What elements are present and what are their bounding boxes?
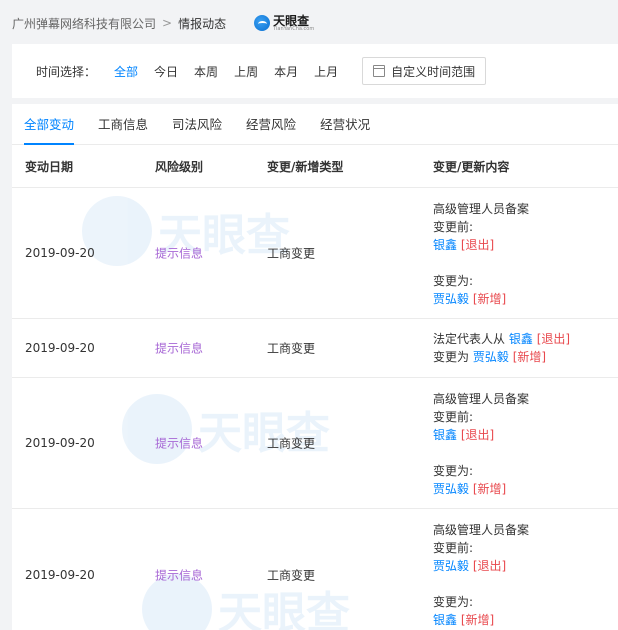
person-link[interactable]: 贾弘毅 bbox=[473, 350, 509, 364]
filter-option-this-week[interactable]: 本周 bbox=[194, 63, 218, 80]
new-tag: [新增] bbox=[472, 292, 507, 306]
row-date: 2019-09-20 bbox=[25, 436, 95, 450]
content-prefix: 法定代表人从 bbox=[433, 332, 506, 346]
content-title: 高级管理人员备案 bbox=[433, 202, 530, 216]
breadcrumb: 广州弹幕网络科技有限公司 > 情报动态 天眼查 TianYanCha.com bbox=[12, 10, 314, 36]
filter-option-all[interactable]: 全部 bbox=[114, 63, 138, 80]
header-risk-level: 风险级别 bbox=[155, 159, 204, 174]
content-after-label: 变更为: bbox=[433, 464, 474, 478]
row-change-type: 工商变更 bbox=[267, 341, 316, 356]
person-link[interactable]: 银鑫 bbox=[433, 428, 457, 442]
row-date: 2019-09-20 bbox=[25, 567, 95, 582]
row-change-content: 高级管理人员备案 变更前: 银鑫 [退出] 变更为: 贾弘毅 [新增] bbox=[433, 390, 529, 498]
custom-time-range-button[interactable]: 自定义时间范围 bbox=[362, 57, 487, 85]
filter-option-last-week[interactable]: 上周 bbox=[234, 63, 258, 80]
person-link[interactable]: 银鑫 bbox=[433, 238, 457, 252]
table-row: 2019-09-20 提示信息 工商变更 高级管理人员备案 变更前: 银鑫 [退… bbox=[12, 188, 618, 319]
row-change-content: 高级管理人员备案 变更前: 银鑫 [退出] 变更为: 贾弘毅 [新增] bbox=[433, 200, 529, 308]
breadcrumb-company[interactable]: 广州弹幕网络科技有限公司 bbox=[12, 15, 156, 32]
row-date: 2019-09-20 bbox=[25, 246, 95, 260]
exit-tag: [退出] bbox=[472, 559, 507, 573]
new-tag: [新增] bbox=[460, 613, 495, 627]
time-filter-bar: 时间选择： 全部 今日 本周 上周 本月 上月 自定义时间范围 bbox=[12, 44, 618, 98]
table-header: 变动日期 风险级别 变更/新增类型 变更/更新内容 bbox=[12, 145, 618, 188]
content-before-label: 变更前: bbox=[433, 541, 474, 555]
row-risk-level: 提示信息 bbox=[155, 568, 204, 582]
exit-tag: [退出] bbox=[460, 238, 495, 252]
tab-business-info[interactable]: 工商信息 bbox=[98, 104, 148, 144]
person-link[interactable]: 银鑫 bbox=[433, 613, 457, 627]
custom-time-range-label: 自定义时间范围 bbox=[391, 64, 476, 79]
filter-option-this-month[interactable]: 本月 bbox=[274, 63, 298, 80]
person-link[interactable]: 银鑫 bbox=[509, 332, 533, 346]
content-title: 高级管理人员备案 bbox=[433, 523, 530, 537]
breadcrumb-separator: > bbox=[162, 16, 173, 30]
category-tabs: 全部变动 工商信息 司法风险 经营风险 经营状况 bbox=[12, 104, 618, 145]
table-row: 2019-09-20 提示信息 工商变更 高级管理人员备案 变更前: 贾弘毅 [… bbox=[12, 509, 618, 630]
person-link[interactable]: 贾弘毅 bbox=[433, 482, 469, 496]
row-change-type: 工商变更 bbox=[267, 568, 316, 582]
content-prefix: 变更为 bbox=[433, 350, 470, 364]
filter-option-last-month[interactable]: 上月 bbox=[314, 63, 338, 80]
content-before-label: 变更前: bbox=[433, 410, 474, 424]
header-date: 变动日期 bbox=[25, 159, 74, 174]
person-link[interactable]: 贾弘毅 bbox=[433, 292, 469, 306]
row-change-type: 工商变更 bbox=[267, 246, 316, 261]
new-tag: [新增] bbox=[472, 482, 507, 496]
time-filter-label: 时间选择： bbox=[36, 64, 97, 79]
tab-all-changes[interactable]: 全部变动 bbox=[24, 104, 75, 145]
row-change-content: 法定代表人从 银鑫 [退出] 变更为 贾弘毅 [新增] bbox=[433, 330, 570, 366]
row-risk-level: 提示信息 bbox=[155, 436, 204, 451]
filter-option-today[interactable]: 今日 bbox=[154, 63, 178, 80]
row-risk-level: 提示信息 bbox=[155, 341, 204, 356]
breadcrumb-current: 情报动态 bbox=[178, 16, 227, 31]
tianyancha-logo: 天眼查 TianYanCha.com bbox=[254, 15, 314, 32]
header-change-type: 变更/新增类型 bbox=[267, 159, 344, 174]
change-list-card: 天眼查 天眼查 天眼查 全部变动 工商信息 司法风险 经营风险 经营状况 变动日… bbox=[12, 104, 618, 630]
row-date: 2019-09-20 bbox=[25, 341, 95, 355]
tab-judicial-risk[interactable]: 司法风险 bbox=[172, 104, 222, 144]
table-row: 2019-09-20 提示信息 工商变更 法定代表人从 银鑫 [退出] 变更为 … bbox=[12, 319, 618, 378]
logo-subtitle: TianYanCha.com bbox=[273, 25, 315, 32]
content-before-label: 变更前: bbox=[433, 220, 474, 234]
tab-operating-risk[interactable]: 经营风险 bbox=[246, 104, 296, 144]
row-change-type: 工商变更 bbox=[267, 436, 316, 451]
content-title: 高级管理人员备案 bbox=[433, 392, 530, 406]
person-link[interactable]: 贾弘毅 bbox=[433, 559, 469, 573]
content-after-label: 变更为: bbox=[433, 595, 474, 609]
new-tag: [新增] bbox=[512, 350, 547, 364]
logo-title: 天眼查 bbox=[273, 13, 310, 28]
tianyancha-logo-icon bbox=[254, 15, 271, 31]
row-risk-level: 提示信息 bbox=[155, 246, 204, 261]
calendar-icon bbox=[373, 65, 386, 77]
table-row: 2019-09-20 提示信息 工商变更 高级管理人员备案 变更前: 银鑫 [退… bbox=[12, 378, 618, 509]
row-change-content: 高级管理人员备案 变更前: 贾弘毅 [退出] 变更为: 银鑫 [新增] bbox=[433, 521, 529, 629]
content-after-label: 变更为: bbox=[433, 274, 474, 288]
tab-operating-status[interactable]: 经营状况 bbox=[320, 104, 370, 144]
exit-tag: [退出] bbox=[536, 332, 571, 346]
header-change-content: 变更/更新内容 bbox=[433, 159, 510, 174]
exit-tag: [退出] bbox=[460, 428, 495, 442]
